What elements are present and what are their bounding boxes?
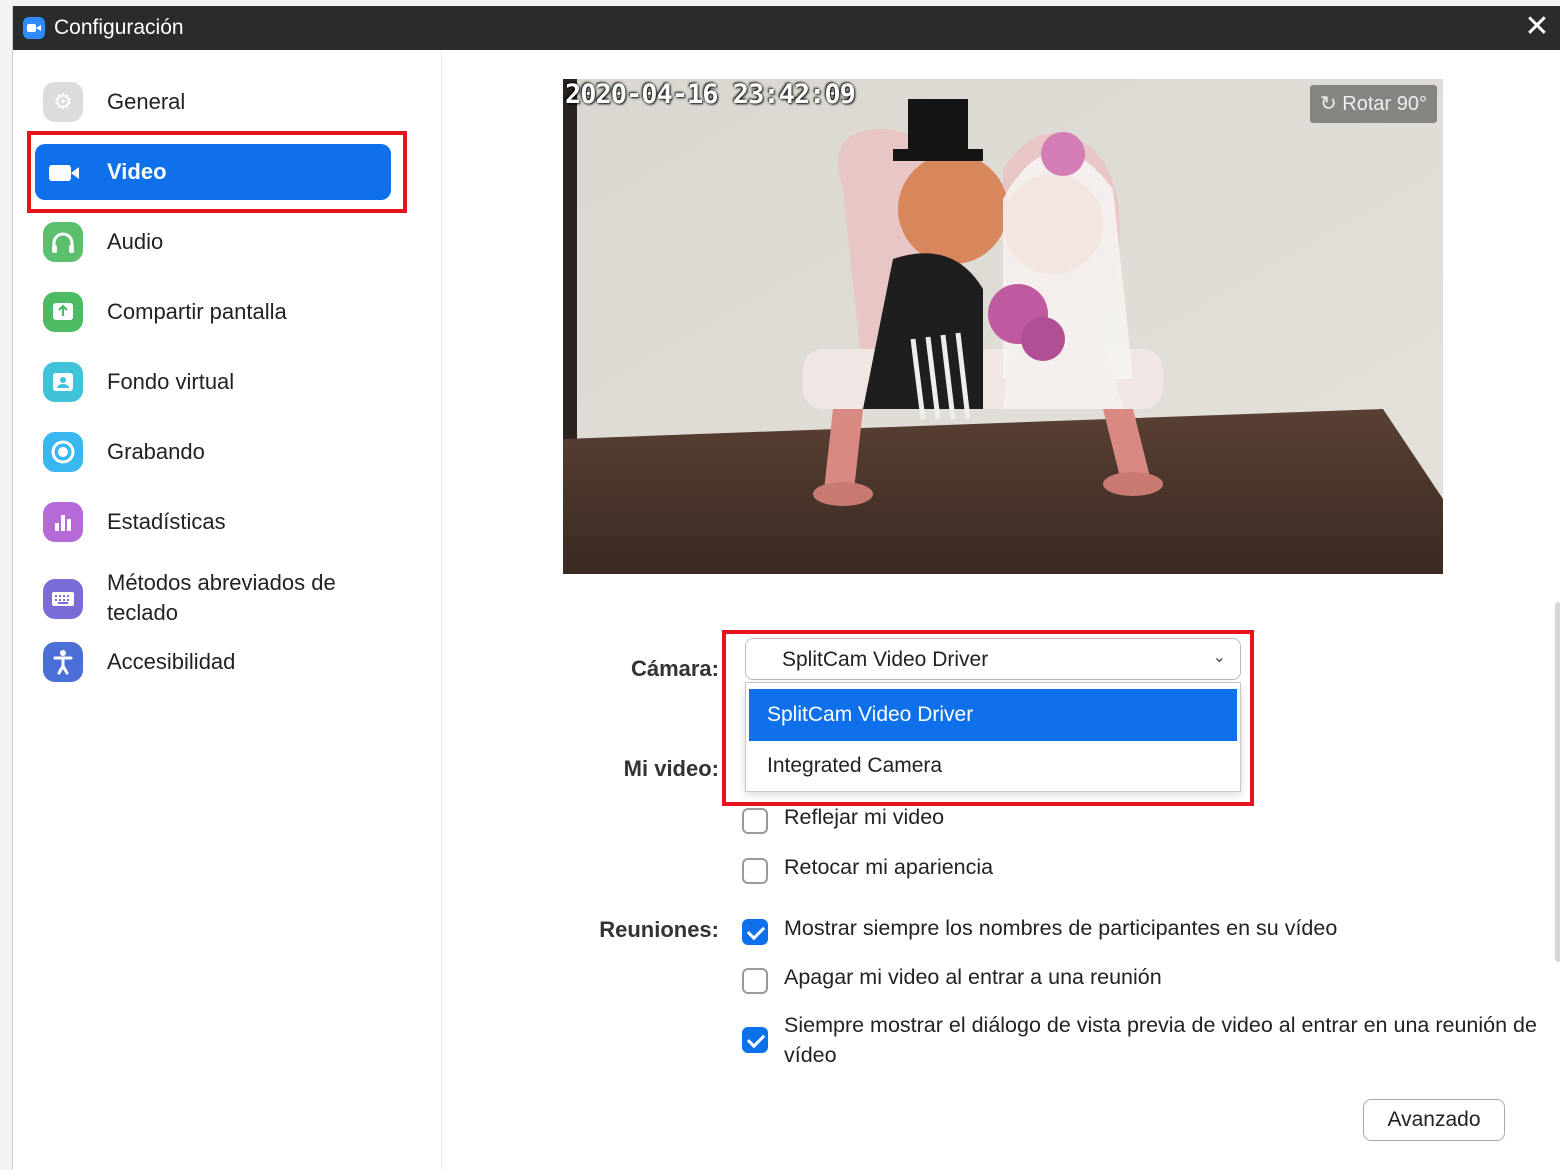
gear-icon: ⚙	[43, 82, 83, 122]
virtual-background-icon	[43, 362, 83, 402]
sidebar-item-share-screen[interactable]: Compartir pantalla	[35, 284, 391, 340]
advanced-button[interactable]: Avanzado	[1363, 1099, 1505, 1141]
camera-option-integrated[interactable]: Integrated Camera	[749, 740, 1237, 792]
video-camera-icon	[43, 152, 83, 192]
sidebar-item-label: Grabando	[107, 439, 205, 464]
sidebar-item-label: Video	[107, 159, 167, 184]
sidebar-item-video[interactable]: Video	[35, 144, 391, 200]
zoom-logo-icon	[23, 17, 45, 39]
checkbox-checked[interactable]	[742, 919, 768, 945]
camera-option-splitcam[interactable]: SplitCam Video Driver	[749, 689, 1237, 741]
sidebar-item-label: Compartir pantalla	[107, 299, 287, 324]
preview-timestamp: 2020-04-16 23:42:09	[565, 79, 856, 110]
desktop-background-left	[0, 0, 12, 1170]
title-bar: Configuración ✕	[13, 6, 1560, 50]
meetings-label: Reuniones:	[599, 917, 719, 942]
camera-preview-image	[563, 79, 1443, 574]
scrollbar[interactable]	[1555, 602, 1560, 962]
my-video-label: Mi video:	[623, 756, 719, 781]
checkbox-checked[interactable]	[742, 1027, 768, 1053]
rotate-icon: ↻	[1319, 93, 1337, 115]
camera-preview: 2020-04-16 23:42:09 ↻ Rotar 90°	[563, 79, 1443, 574]
sidebar-item-label: General	[107, 89, 186, 114]
record-icon	[43, 432, 83, 472]
sidebar-item-label: Audio	[107, 229, 164, 254]
camera-label: Cámara:	[630, 656, 719, 681]
camera-select-value: SplitCam Video Driver	[782, 648, 989, 671]
camera-dropdown-list: SplitCam Video Driver Integrated Camera	[745, 682, 1241, 792]
close-icon[interactable]: ✕	[1521, 12, 1553, 44]
settings-window: Configuración ✕ ⚙ General Video Audio Co…	[12, 6, 1560, 1170]
rotate-button[interactable]: ↻ Rotar 90°	[1309, 85, 1437, 123]
camera-select[interactable]: SplitCam Video Driver ⌄	[745, 638, 1241, 680]
sidebar-item-label: Fondo virtual	[107, 369, 235, 394]
statistics-icon	[43, 502, 83, 542]
show-preview-dialog-label: Siempre mostrar el diálogo de vista prev…	[784, 1013, 1537, 1067]
sidebar-item-keyboard-shortcuts[interactable]: Métodos abreviados de teclado	[35, 564, 391, 634]
sidebar-item-label: Métodos abreviados de teclado	[107, 570, 336, 625]
checkbox-unchecked[interactable]	[742, 858, 768, 884]
sidebar-item-label: Estadísticas	[107, 509, 226, 534]
sidebar-item-virtual-background[interactable]: Fondo virtual	[35, 354, 391, 410]
settings-sidebar: ⚙ General Video Audio Compartir pantalla…	[13, 50, 442, 1170]
mirror-video-label: Reflejar mi video	[784, 805, 945, 829]
share-screen-icon	[43, 292, 83, 332]
checkbox-unchecked[interactable]	[742, 808, 768, 834]
chevron-down-icon: ⌄	[1212, 649, 1226, 666]
turn-off-video-label: Apagar mi video al entrar a una reunión	[784, 965, 1162, 989]
sidebar-item-statistics[interactable]: Estadísticas	[35, 494, 391, 550]
checkbox-unchecked[interactable]	[742, 968, 768, 994]
sidebar-item-general[interactable]: ⚙ General	[35, 74, 391, 130]
window-title: Configuración	[54, 16, 184, 39]
sidebar-item-label: Accesibilidad	[107, 649, 236, 674]
sidebar-item-accessibility[interactable]: Accesibilidad	[35, 634, 391, 690]
headphones-icon	[43, 222, 83, 262]
video-settings-panel: 2020-04-16 23:42:09 ↻ Rotar 90° Cámara: …	[442, 50, 1560, 1170]
keyboard-icon	[43, 579, 83, 619]
sidebar-item-recording[interactable]: Grabando	[35, 424, 391, 480]
sidebar-item-audio[interactable]: Audio	[35, 214, 391, 270]
touch-up-appearance-label: Retocar mi apariencia	[784, 855, 994, 879]
accessibility-icon	[43, 642, 83, 682]
rotate-button-label: Rotar 90°	[1342, 93, 1427, 115]
always-show-names-label: Mostrar siempre los nombres de participa…	[784, 916, 1338, 940]
